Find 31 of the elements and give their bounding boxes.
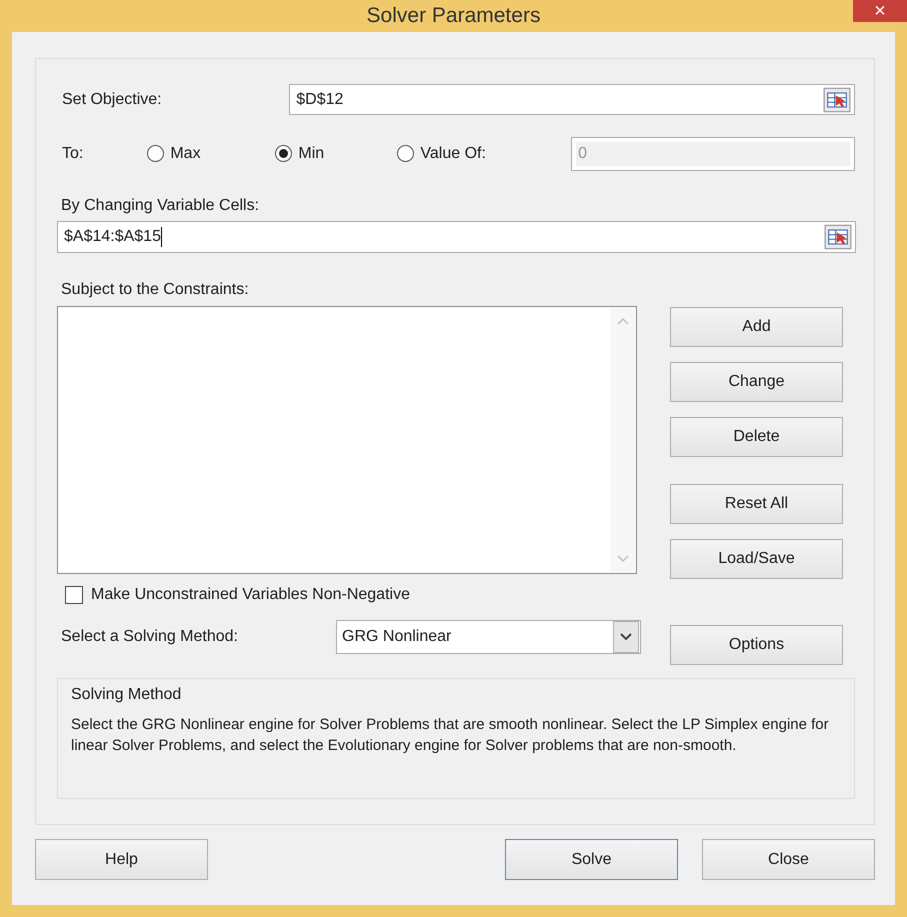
scrollbar[interactable] xyxy=(610,307,636,573)
checkbox[interactable]: Make Unconstrained Variables Non-Negative xyxy=(65,586,670,604)
close-button[interactable]: × xyxy=(853,0,907,22)
dialog-button[interactable]: Help xyxy=(35,839,208,880)
range-select-icon[interactable] xyxy=(823,86,851,112)
dialog-button[interactable]: Delete xyxy=(670,417,843,457)
range-select-icon[interactable] xyxy=(824,224,852,250)
field-label: To: xyxy=(61,144,84,162)
description-text: Select the GRG Nonlinear engine for Solver Problems that are smooth nonlinear. Select the LP Simplex engine for linear Solver Problems, and select the Evolutionary engine for Solver problems that are non-smooth. xyxy=(71,715,830,756)
dialog-button[interactable]: Close xyxy=(702,839,875,880)
radio-button[interactable]: Max xyxy=(147,144,276,162)
constraints-list[interactable] xyxy=(57,306,637,574)
options-button[interactable]: Options xyxy=(670,625,843,665)
field-label: Subject to the Constraints: xyxy=(60,281,250,299)
field-label: By Changing Variable Cells: xyxy=(60,197,260,215)
dialog-button[interactable]: Add xyxy=(670,307,843,347)
field-label: Set Objective: xyxy=(61,90,163,108)
dialog-button[interactable]: Load/Save xyxy=(670,539,843,579)
method-dropdown[interactable]: GRG Nonlinear xyxy=(336,620,641,654)
scroll-up-icon[interactable] xyxy=(617,317,629,325)
dialog-button[interactable]: Change xyxy=(670,362,843,402)
objective-field[interactable]: $D$12 xyxy=(289,84,855,115)
dialog-button[interactable]: Solve xyxy=(505,839,678,880)
dialog-button[interactable]: Reset All xyxy=(670,484,843,524)
description-title: Solving Method xyxy=(71,686,182,704)
window-title: Solver Parameters xyxy=(366,4,540,28)
variable-cells-field[interactable]: $A$14:$A$15 xyxy=(57,221,856,253)
radio-button[interactable]: Min xyxy=(275,144,398,162)
field-label: Select a Solving Method: xyxy=(60,628,239,646)
radio-button[interactable]: Value Of: xyxy=(397,144,572,162)
scroll-down-icon[interactable] xyxy=(617,555,629,563)
